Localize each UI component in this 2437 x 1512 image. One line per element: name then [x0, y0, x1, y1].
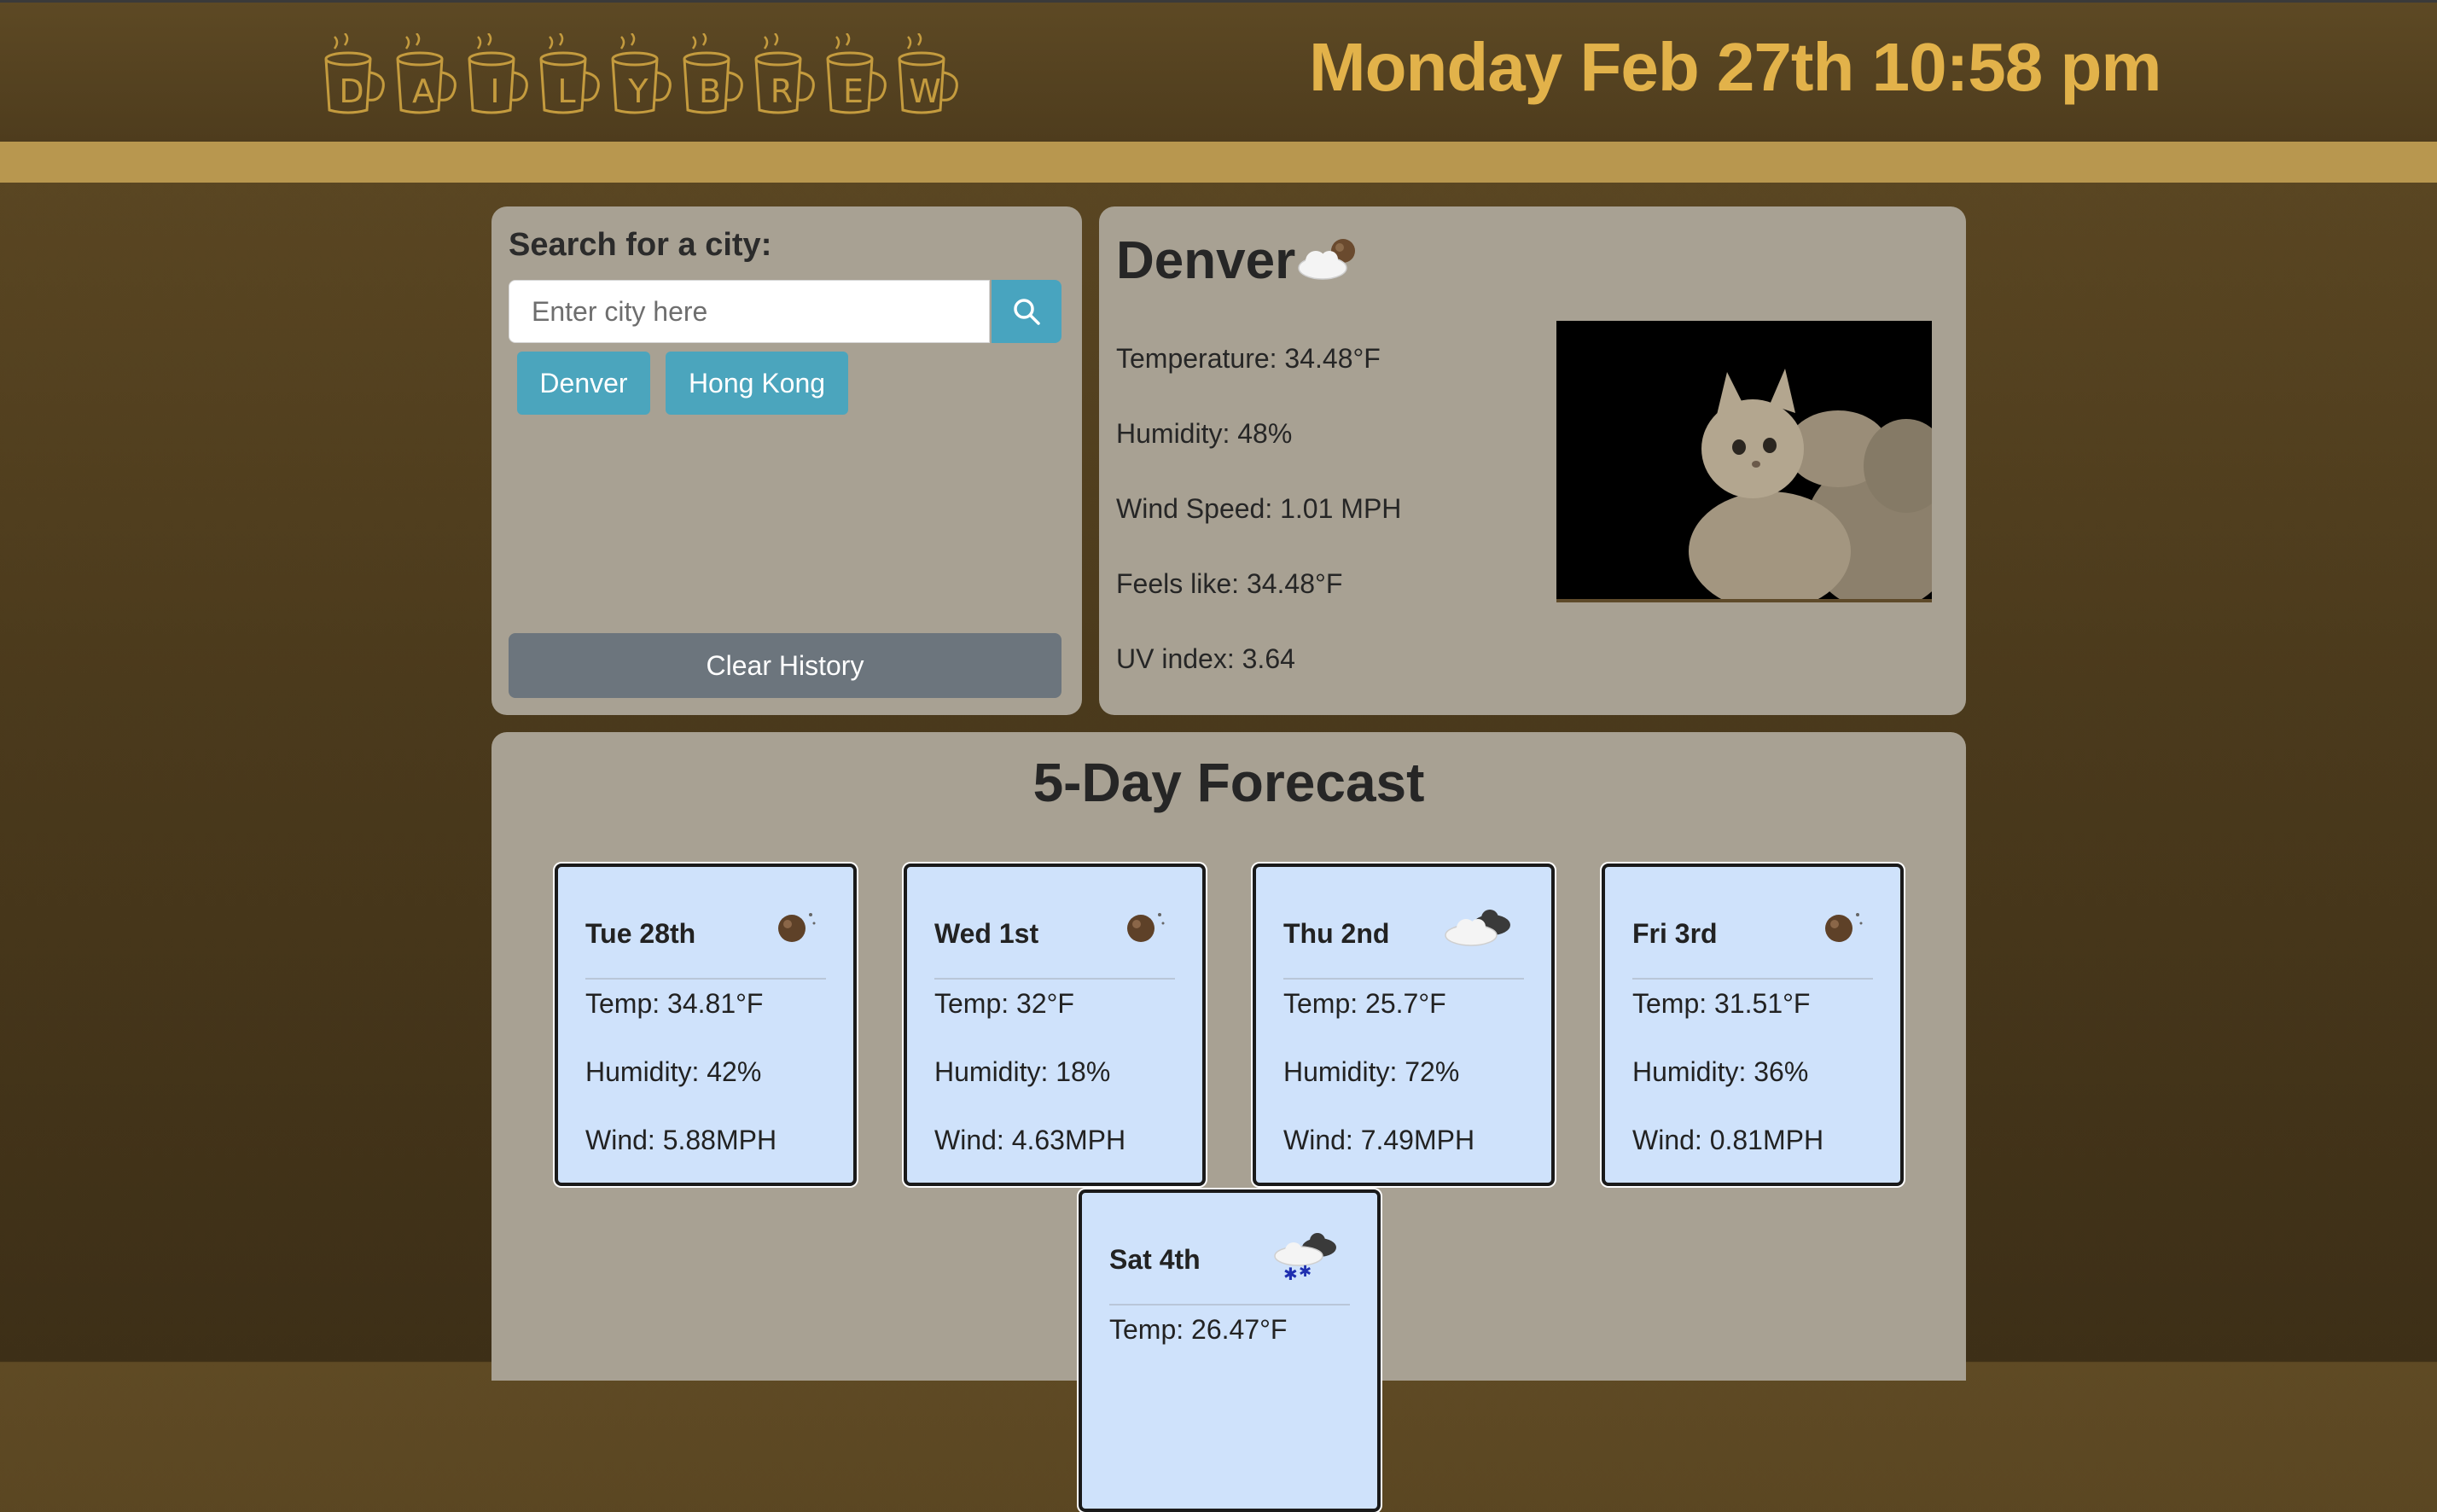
- logo-letter: A: [412, 73, 434, 110]
- svg-text:✱: ✱: [1299, 1263, 1312, 1281]
- top-header: D A I L Y B R E W Monday Feb 27th 10:58 …: [0, 0, 2437, 142]
- forecast-wind: Wind: 4.63MPH: [934, 1125, 1126, 1155]
- forecast-humidity: Humidity: 36%: [1632, 1056, 1809, 1087]
- logo-mug-r: R: [753, 33, 821, 115]
- card-divider: [1283, 978, 1524, 980]
- search-button[interactable]: [992, 280, 1061, 343]
- history-button-hong-kong[interactable]: Hong Kong: [666, 352, 848, 415]
- forecast-day: Tue 28th: [585, 918, 696, 949]
- current-humidity: Humidity: 48%: [1116, 418, 1293, 449]
- weather-cat-image: [1556, 321, 1932, 602]
- card-divider: [585, 978, 826, 980]
- logo-letter: R: [770, 73, 794, 110]
- search-label: Search for a city:: [509, 227, 772, 263]
- forecast-panel: 5-Day Forecast Tue 28th Temp: 34.81°F Hu…: [491, 732, 1966, 1512]
- forecast-day: Sat 4th: [1109, 1244, 1201, 1275]
- logo-letter: W: [909, 73, 941, 110]
- logo-mug-y: Y: [609, 33, 678, 115]
- svg-text:✱: ✱: [1283, 1264, 1298, 1283]
- card-divider: [934, 978, 1175, 980]
- logo-letter: I: [490, 73, 500, 110]
- current-temperature: Temperature: 34.48°F: [1116, 343, 1381, 374]
- current-datetime: Monday Feb 27th 10:58 pm: [1309, 29, 2161, 105]
- forecast-wind: Wind: 0.81MPH: [1632, 1125, 1824, 1155]
- current-uv-index: UV index: 3.64: [1116, 643, 1295, 674]
- forecast-humidity: Humidity: 42%: [585, 1056, 762, 1087]
- logo-mug-d: D: [323, 33, 391, 115]
- search-icon: [1014, 299, 1040, 325]
- forecast-temp: Temp: 34.81°F: [585, 988, 764, 1019]
- logo-mug-a: A: [394, 33, 462, 115]
- history-button-denver[interactable]: Denver: [517, 352, 650, 415]
- daily-brew-logo: D A I L Y B R E W: [323, 28, 964, 115]
- forecast-temp: Temp: 25.7°F: [1283, 988, 1446, 1019]
- current-weather-panel: Denver Temperature: 34.48°F Humidity: 48…: [1099, 206, 1966, 715]
- forecast-wind: Wind: 7.49MPH: [1283, 1125, 1475, 1155]
- card-divider: [1632, 978, 1873, 980]
- clear-night-icon: [778, 913, 816, 942]
- clear-night-icon: [1127, 913, 1165, 942]
- clear-night-icon: [1825, 913, 1863, 942]
- card-divider: [1109, 1304, 1350, 1306]
- partly-cloudy-night-icon: [1298, 239, 1355, 280]
- city-search-input[interactable]: [509, 280, 990, 343]
- logo-letter: E: [842, 73, 864, 110]
- header-stripe: [0, 142, 2437, 183]
- logo-mug-i: I: [466, 33, 534, 115]
- forecast-card: Sat 4th ✱ ✱ Temp: 26.47°F: [1079, 1189, 1381, 1512]
- current-feels-like: Feels like: 34.48°F: [1116, 568, 1343, 599]
- forecast-humidity: Humidity: 72%: [1283, 1056, 1460, 1087]
- logo-mug-l: L: [538, 33, 606, 115]
- forecast-temp: Temp: 31.51°F: [1632, 988, 1811, 1019]
- forecast-day: Fri 3rd: [1632, 918, 1718, 949]
- forecast-title: 5-Day Forecast: [1032, 752, 1425, 813]
- forecast-temp: Temp: 26.47°F: [1109, 1314, 1288, 1345]
- forecast-day: Thu 2nd: [1283, 918, 1390, 949]
- snow-icon: ✱ ✱: [1274, 1233, 1336, 1283]
- forecast-card: Wed 1st Temp: 32°F Humidity: 18% Wind: 4…: [904, 864, 1206, 1186]
- logo-letter: L: [557, 73, 576, 110]
- logo-letter: Y: [628, 73, 649, 110]
- forecast-humidity: Humidity: 18%: [934, 1056, 1111, 1087]
- forecast-day: Wed 1st: [934, 918, 1039, 949]
- forecast-card: Tue 28th Temp: 34.81°F Humidity: 42% Win…: [555, 864, 857, 1186]
- current-wind-speed: Wind Speed: 1.01 MPH: [1116, 493, 1402, 524]
- logo-mug-w: W: [896, 33, 964, 115]
- clear-history-button[interactable]: Clear History: [509, 633, 1061, 698]
- forecast-card: Fri 3rd Temp: 31.51°F Humidity: 36% Wind…: [1602, 864, 1904, 1186]
- cloudy-icon: [1445, 910, 1510, 946]
- logo-mug-b: B: [681, 33, 749, 115]
- logo-mug-e: E: [824, 33, 893, 115]
- logo-letter: B: [698, 73, 722, 110]
- logo-letter: D: [339, 73, 364, 110]
- search-panel: Search for a city: Denver Hong Kong Clea…: [491, 206, 1082, 715]
- forecast-wind: Wind: 5.88MPH: [585, 1125, 777, 1155]
- current-city-name: Denver: [1116, 231, 1296, 290]
- forecast-temp: Temp: 32°F: [934, 988, 1074, 1019]
- forecast-card: Thu 2nd Temp: 25.7°F Humidity: 72% Wind:…: [1253, 864, 1555, 1186]
